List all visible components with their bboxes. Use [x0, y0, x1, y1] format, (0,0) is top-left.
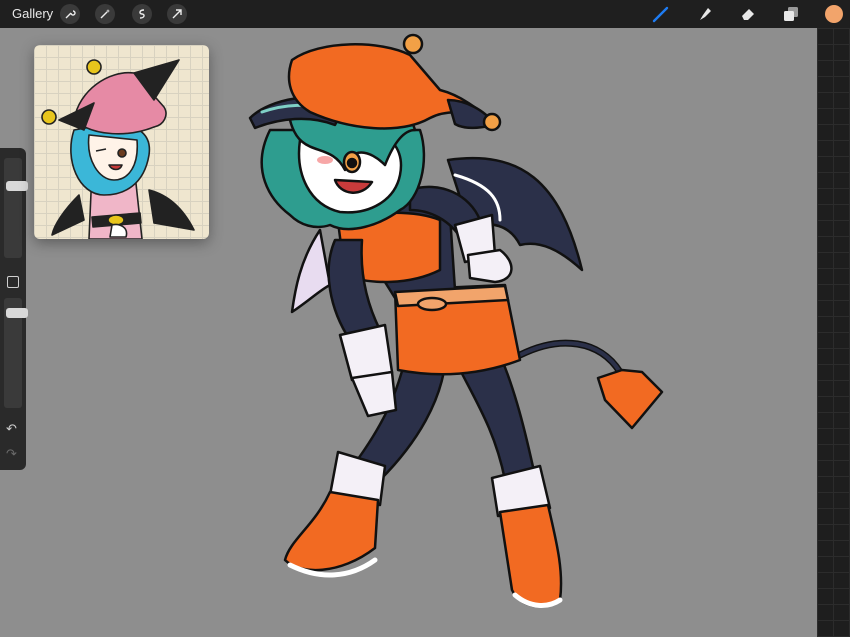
hat-pom-top [402, 33, 424, 55]
modify-button[interactable] [7, 276, 19, 288]
ref-hat-pom-left [41, 109, 57, 125]
ref-wing-left [51, 194, 85, 236]
left-sidebar: ↶ ↷ [0, 148, 28, 470]
hat-pom-side [482, 112, 502, 132]
transform-arrow-icon[interactable] [167, 4, 187, 24]
top-toolbar: Gallery [0, 0, 850, 28]
selection-icon[interactable] [132, 4, 152, 24]
adjustments-magic-wand-icon[interactable] [95, 4, 115, 24]
tail-heart-tip [596, 368, 664, 430]
brush-size-slider[interactable] [4, 158, 28, 258]
eraser-icon[interactable] [737, 3, 759, 25]
gallery-button[interactable]: Gallery [12, 6, 53, 21]
brush-size-thumb[interactable] [6, 181, 28, 191]
right-glove [466, 248, 513, 284]
canvas-edge-grid [817, 28, 850, 637]
layers-icon[interactable] [780, 3, 802, 25]
ref-hat-pom-top [86, 59, 102, 75]
opacity-thumb[interactable] [6, 308, 28, 318]
redo-icon[interactable]: ↷ [6, 446, 17, 462]
left-shoe [283, 490, 380, 572]
ref-wing-right [148, 189, 195, 231]
brush-icon[interactable] [650, 3, 672, 25]
color-picker-swatch[interactable] [825, 5, 843, 23]
reference-sketch [41, 59, 195, 239]
left-cuff [338, 323, 394, 382]
bat-wing-left [290, 228, 332, 314]
right-shoe [498, 503, 563, 608]
opacity-slider[interactable] [4, 298, 28, 408]
left-hand [350, 370, 398, 418]
undo-icon[interactable]: ↶ [6, 421, 17, 437]
reference-image-window[interactable] [34, 45, 209, 239]
smudge-icon[interactable] [694, 3, 716, 25]
actions-wrench-icon[interactable] [60, 4, 80, 24]
